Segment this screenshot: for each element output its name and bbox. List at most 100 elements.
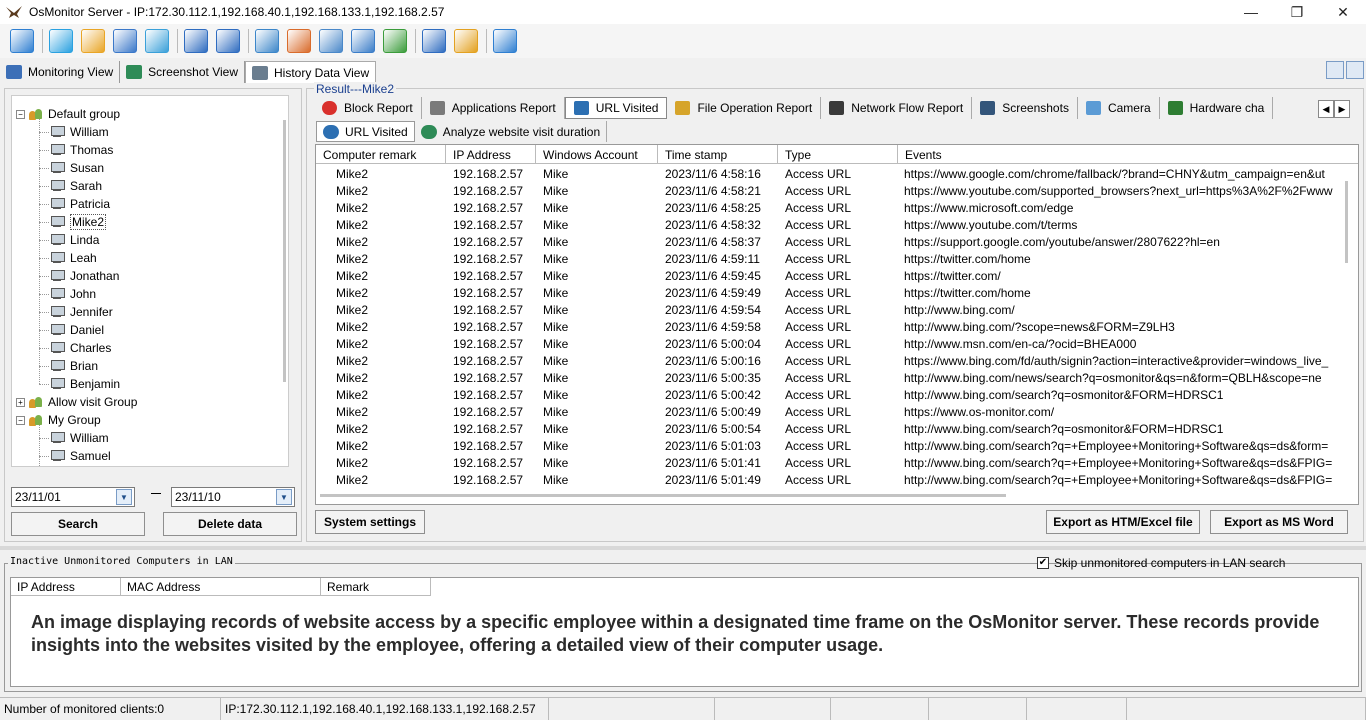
lock-icon[interactable] xyxy=(216,29,240,53)
grid-icon[interactable] xyxy=(184,29,208,53)
table-row[interactable]: Mike2 192.168.2.57 Mike 2023/11/6 4:59:11 Ac… xyxy=(316,250,1358,267)
chevron-down-icon[interactable]: ▼ xyxy=(276,489,292,505)
tree-computer-item[interactable]: Samuel xyxy=(50,447,111,465)
column-header[interactable]: MAC Address xyxy=(121,578,321,596)
skip-unmonitored-checkbox[interactable]: ✔ Skip unmonitored computers in LAN sear… xyxy=(1037,556,1285,570)
table-row[interactable]: Mike2 192.168.2.57 Mike 2023/11/6 5:00:16 Ac… xyxy=(316,352,1358,369)
column-header[interactable]: IP Address xyxy=(446,145,536,164)
tab-file-operation-report[interactable]: File Operation Report xyxy=(667,97,822,119)
tree-computer-item[interactable]: Patricia xyxy=(50,195,110,213)
export-html-excel-button[interactable]: Export as HTM/Excel file xyxy=(1046,510,1200,534)
table-row[interactable]: Mike2 192.168.2.57 Mike 2023/11/6 4:58:21 Ac… xyxy=(316,182,1358,199)
tab-screenshots[interactable]: Screenshots xyxy=(972,97,1078,119)
tab-camera[interactable]: Camera xyxy=(1078,97,1160,119)
tab-block-report[interactable]: Block Report xyxy=(314,97,422,119)
globe-icon[interactable] xyxy=(49,29,73,53)
table-row[interactable]: Mike2 192.168.2.57 Mike 2023/11/6 5:00:42 Ac… xyxy=(316,386,1358,403)
tree-computer-item[interactable]: Jennifer xyxy=(50,303,113,321)
tree-computer-item[interactable]: John xyxy=(50,285,96,303)
column-header[interactable]: Time stamp xyxy=(658,145,778,164)
list-view-icon[interactable] xyxy=(1346,61,1364,79)
tab-scroll-right-icon[interactable]: ▶ xyxy=(1334,100,1350,118)
horizontal-scrollbar[interactable] xyxy=(320,494,1006,497)
table-row[interactable]: Mike2 192.168.2.57 Mike 2023/11/6 5:00:54 Ac… xyxy=(316,420,1358,437)
alert-icon[interactable] xyxy=(454,29,478,53)
table-row[interactable]: Mike2 192.168.2.57 Mike 2023/11/6 4:58:32 Ac… xyxy=(316,216,1358,233)
date-to-picker[interactable]: 23/11/10 ▼ xyxy=(171,487,295,507)
tree-computer-item[interactable]: Mike2 xyxy=(50,213,107,231)
subtab-url-visited[interactable]: URL Visited xyxy=(316,121,415,142)
tree-group[interactable]: − Default group xyxy=(16,105,120,123)
table-row[interactable]: Mike2 192.168.2.57 Mike 2023/11/6 4:59:58 Ac… xyxy=(316,318,1358,335)
collapse-icon[interactable]: − xyxy=(16,109,25,119)
tree-group[interactable]: − My Group xyxy=(16,411,101,429)
table-row[interactable]: Mike2 192.168.2.57 Mike 2023/11/6 5:01:03 Ac… xyxy=(316,437,1358,454)
column-header[interactable]: IP Address xyxy=(11,578,121,596)
tree-computer-item[interactable]: Benjamin xyxy=(50,375,120,393)
table-row[interactable]: Mike2 192.168.2.57 Mike 2023/11/6 4:59:54 Ac… xyxy=(316,301,1358,318)
export-word-button[interactable]: Export as MS Word xyxy=(1210,510,1348,534)
tree-computer-item[interactable]: Linda xyxy=(50,231,99,249)
tree-computer-item[interactable]: Susan xyxy=(50,159,104,177)
table-row[interactable]: Mike2 192.168.2.57 Mike 2023/11/6 5:01:49 Ac… xyxy=(316,471,1358,488)
table-row[interactable]: Mike2 192.168.2.57 Mike 2023/11/6 5:01:41 Ac… xyxy=(316,454,1358,471)
maximize-button[interactable]: ❐ xyxy=(1274,0,1320,24)
settings-icon[interactable] xyxy=(81,29,105,53)
users-icon[interactable] xyxy=(145,29,169,53)
column-header[interactable]: Events xyxy=(898,145,1358,164)
table-row[interactable]: Mike2 192.168.2.57 Mike 2023/11/6 4:58:25 Ac… xyxy=(316,199,1358,216)
table-row[interactable]: Mike2 192.168.2.57 Mike 2023/11/6 4:59:49 Ac… xyxy=(316,284,1358,301)
window-icon[interactable] xyxy=(10,29,34,53)
collapse-icon[interactable]: − xyxy=(16,415,25,425)
checkbox-checked-icon[interactable]: ✔ xyxy=(1037,557,1049,569)
delete-data-button[interactable]: Delete data xyxy=(163,512,297,536)
tab-hardware-cha[interactable]: Hardware cha xyxy=(1160,97,1274,119)
tab-scroll-left-icon[interactable]: ◀ xyxy=(1318,100,1334,118)
column-header[interactable]: Windows Account xyxy=(536,145,658,164)
broadcast-icon[interactable] xyxy=(287,29,311,53)
table-row[interactable]: Mike2 192.168.2.57 Mike 2023/11/6 5:00:35 Ac… xyxy=(316,369,1358,386)
table-row[interactable]: Mike2 192.168.2.57 Mike 2023/11/6 5:00:49 Ac… xyxy=(316,403,1358,420)
tree-computer-item[interactable]: Jonathan xyxy=(50,267,119,285)
tab-applications-report[interactable]: Applications Report xyxy=(422,97,565,119)
chevron-down-icon[interactable]: ▼ xyxy=(116,489,132,505)
tab-screenshot-view[interactable]: Screenshot View xyxy=(120,61,245,83)
ip-icon[interactable] xyxy=(422,29,446,53)
tree-computer-item[interactable]: Leah xyxy=(50,249,97,267)
subtab-analyze-duration[interactable]: Analyze website visit duration xyxy=(415,121,608,142)
tab-history-data-view[interactable]: History Data View xyxy=(245,61,377,83)
expand-icon[interactable]: + xyxy=(16,397,25,407)
tree-computer-item[interactable]: Mike xyxy=(50,465,95,466)
report-icon[interactable] xyxy=(113,29,137,53)
column-header[interactable]: Computer remark xyxy=(316,145,446,164)
search-user-icon[interactable] xyxy=(319,29,343,53)
search-icon[interactable] xyxy=(1326,61,1344,79)
column-header[interactable]: Remark xyxy=(321,578,431,596)
table-row[interactable]: Mike2 192.168.2.57 Mike 2023/11/6 4:59:45 Ac… xyxy=(316,267,1358,284)
tab-monitoring-view[interactable]: Monitoring View xyxy=(0,61,121,83)
tree-computer-item[interactable]: Daniel xyxy=(50,321,104,339)
column-header[interactable]: Type xyxy=(778,145,898,164)
screen-icon[interactable] xyxy=(383,29,407,53)
computer-tree[interactable]: − Default group William Thomas Susan Sarah Pat… xyxy=(11,95,289,467)
panel-splitter[interactable] xyxy=(0,546,1366,550)
date-from-picker[interactable]: 23/11/01 ▼ xyxy=(11,487,135,507)
tree-computer-item[interactable]: William xyxy=(50,123,109,141)
system-settings-button[interactable]: System settings xyxy=(315,510,425,534)
tree-computer-item[interactable]: Charles xyxy=(50,339,111,357)
tab-network-flow-report[interactable]: Network Flow Report xyxy=(821,97,973,119)
tree-scrollbar[interactable] xyxy=(283,120,286,382)
table-row[interactable]: Mike2 192.168.2.57 Mike 2023/11/6 4:58:37 Ac… xyxy=(316,233,1358,250)
minimize-button[interactable]: — xyxy=(1228,0,1274,24)
tree-computer-item[interactable]: William xyxy=(50,429,109,447)
remote-icon[interactable] xyxy=(255,29,279,53)
tree-computer-item[interactable]: Thomas xyxy=(50,141,113,159)
close-button[interactable]: ✕ xyxy=(1320,0,1366,24)
search-button[interactable]: Search xyxy=(11,512,145,536)
tree-computer-item[interactable]: Brian xyxy=(50,357,98,375)
tab-url-visited[interactable]: URL Visited xyxy=(564,97,668,119)
network-icon[interactable] xyxy=(351,29,375,53)
table-row[interactable]: Mike2 192.168.2.57 Mike 2023/11/6 4:58:16 Ac… xyxy=(316,165,1358,182)
tree-group[interactable]: + Allow visit Group xyxy=(16,393,137,411)
help-icon[interactable] xyxy=(493,29,517,53)
